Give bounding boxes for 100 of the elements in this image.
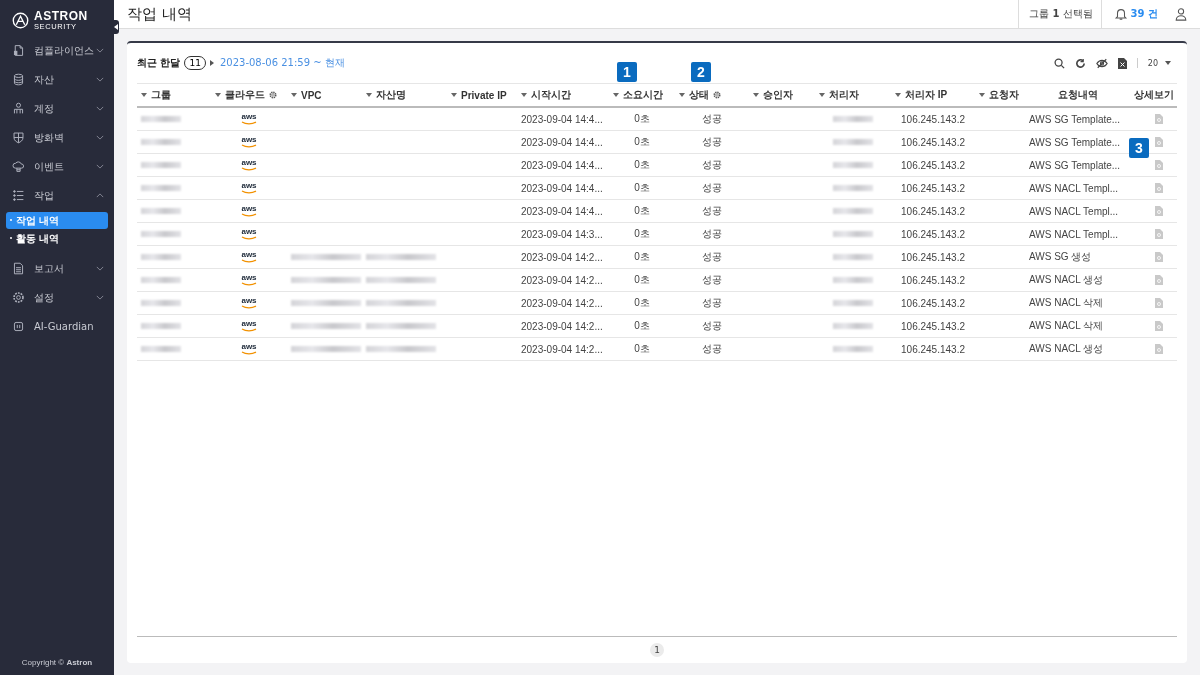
settings-icon[interactable] — [713, 91, 721, 99]
column-header[interactable]: VPC — [301, 89, 322, 101]
sort-icon[interactable] — [451, 93, 457, 97]
table-cell: 2023-09-04 14:4... — [521, 159, 603, 171]
nav-item[interactable]: AI-Guardian — [0, 312, 114, 341]
chevron-icon — [96, 135, 104, 140]
sub-nav-item[interactable]: 활동 내역 — [6, 230, 108, 247]
column-header[interactable]: 상세보기 — [1134, 88, 1174, 102]
table-cell: 0초 — [634, 296, 650, 310]
sort-icon[interactable] — [895, 93, 901, 97]
table-cell: AWS NACL 생성 — [1029, 342, 1104, 356]
table-cell: 106.245.143.2 — [901, 159, 965, 171]
excel-icon[interactable] — [1117, 57, 1127, 69]
redacted-text — [833, 162, 873, 168]
nav-item[interactable]: 계정 — [0, 94, 114, 123]
sort-icon[interactable] — [141, 93, 147, 97]
sort-icon[interactable] — [979, 93, 985, 97]
column-header[interactable]: 소요시간 — [623, 88, 663, 102]
page-title: 작업 내역 — [127, 4, 192, 24]
redacted-text — [141, 300, 181, 306]
chevron-icon — [96, 164, 104, 169]
redacted-text — [141, 208, 181, 214]
copyright: Copyright © Astron — [20, 658, 94, 667]
sort-icon[interactable] — [521, 93, 527, 97]
caret-icon — [209, 60, 214, 66]
chevron-icon — [96, 193, 104, 198]
table-cell: 106.245.143.2 — [901, 136, 965, 148]
bell-icon[interactable] — [1113, 7, 1128, 21]
group-selection[interactable]: 그룹 1 선택됨 — [1029, 7, 1093, 21]
table-cell: AWS SG Template... — [1029, 136, 1121, 148]
table-cell: 106.245.143.2 — [901, 113, 965, 125]
table-cell: 성공 — [702, 319, 722, 333]
brand-name: ASTRON — [34, 9, 88, 22]
redacted-text — [141, 346, 181, 352]
sort-icon[interactable] — [215, 93, 221, 97]
column-header[interactable]: 자산명 — [376, 88, 406, 102]
sort-icon[interactable] — [366, 93, 372, 97]
table-cell: 0초 — [634, 319, 650, 333]
table-cell: 106.245.143.2 — [901, 251, 965, 263]
nav-item[interactable]: 작업 — [0, 181, 114, 210]
table-cell: AWS NACL Templ... — [1029, 228, 1119, 240]
table-cell: 106.245.143.2 — [901, 182, 965, 194]
column-header[interactable]: 처리자 IP — [905, 88, 948, 102]
nav-item[interactable]: 설정 — [0, 283, 114, 312]
table-cell: 성공 — [702, 204, 722, 218]
sort-icon[interactable] — [679, 93, 685, 97]
collapse-sidebar-button[interactable] — [113, 20, 119, 34]
column-header[interactable]: 상태 — [689, 88, 709, 102]
table-cell: AWS NACL 삭제 — [1029, 319, 1104, 333]
sort-icon[interactable] — [753, 93, 759, 97]
notification-count[interactable]: 39 건 — [1130, 7, 1158, 21]
search-icon[interactable] — [1053, 57, 1065, 69]
column-header[interactable]: 승인자 — [763, 88, 793, 102]
table-cell: 2023-09-04 14:4... — [521, 113, 603, 125]
table-cell: 성공 — [702, 296, 722, 310]
aws-logo: aws — [241, 297, 257, 309]
table-cell: 성공 — [702, 227, 722, 241]
page-size-select[interactable]: 20 — [1147, 58, 1171, 68]
column-header[interactable]: 요청내역 — [1058, 88, 1098, 102]
nav-item[interactable]: 컴플라이언스 — [0, 36, 114, 65]
redacted-text — [833, 323, 873, 329]
redacted-text — [141, 139, 181, 145]
settings-icon — [12, 291, 25, 304]
column-header[interactable]: 클라우드 — [225, 88, 265, 102]
redacted-text — [833, 116, 873, 122]
caret-icon — [1165, 61, 1171, 65]
table-cell: 2023-09-04 14:3... — [521, 228, 603, 240]
table-cell: 0초 — [634, 181, 650, 195]
column-header[interactable]: 그룹 — [151, 88, 171, 102]
table-cell: 106.245.143.2 — [901, 228, 965, 240]
table-cell: 106.245.143.2 — [901, 205, 965, 217]
refresh-icon[interactable] — [1074, 57, 1086, 69]
table-cell: 2023-09-04 14:4... — [521, 182, 603, 194]
eye-off-icon[interactable] — [1095, 57, 1108, 69]
chevron-icon — [96, 106, 104, 111]
chevron-icon — [96, 295, 104, 300]
sort-icon[interactable] — [819, 93, 825, 97]
chevron-icon — [96, 266, 104, 271]
aws-logo: aws — [241, 343, 257, 355]
table-cell: 성공 — [702, 181, 722, 195]
table-cell: 106.245.143.2 — [901, 343, 965, 355]
table-cell: AWS SG 생성 — [1029, 250, 1092, 264]
logo-icon — [12, 11, 29, 29]
nav-item[interactable]: 방화벽 — [0, 123, 114, 152]
column-header[interactable]: 시작시간 — [531, 88, 571, 102]
settings-icon[interactable] — [269, 91, 277, 99]
nav-item[interactable]: 보고서 — [0, 254, 114, 283]
table-cell: AWS NACL 삭제 — [1029, 296, 1104, 310]
table-cell: 0초 — [634, 250, 650, 264]
user-icon[interactable] — [1174, 7, 1188, 21]
nav-item[interactable]: 이벤트 — [0, 152, 114, 181]
column-header[interactable]: Private IP — [461, 89, 507, 101]
nav-item[interactable]: 자산 — [0, 65, 114, 94]
page-button[interactable]: 1 — [650, 643, 664, 657]
date-range-link[interactable]: 2023-08-06 21:59 ~ 현재 — [219, 56, 345, 70]
cloud-icon — [12, 160, 25, 173]
sort-icon[interactable] — [291, 93, 297, 97]
column-header[interactable]: 요청자 — [989, 88, 1019, 102]
sort-icon[interactable] — [613, 93, 619, 97]
column-header[interactable]: 처리자 — [829, 88, 859, 102]
